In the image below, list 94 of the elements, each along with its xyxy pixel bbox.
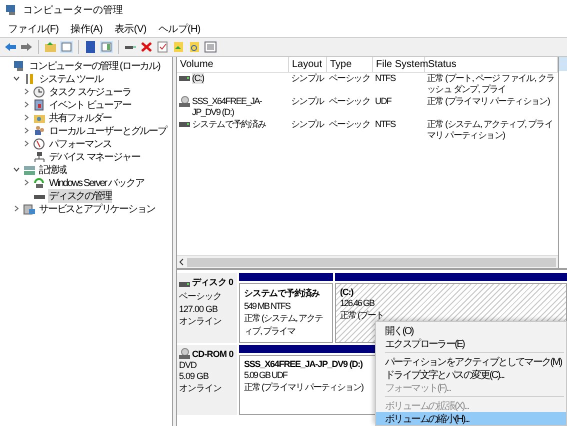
menu-item[interactable]: ファイル(F) bbox=[3, 22, 64, 36]
tree-item[interactable]: 記憶域 bbox=[38, 162, 67, 176]
table-cell: シンプル bbox=[291, 119, 324, 130]
tree-item[interactable]: システム ツール bbox=[38, 72, 104, 86]
device-icon bbox=[33, 150, 46, 162]
folder-up-icon[interactable] bbox=[172, 41, 185, 53]
forward-icon[interactable] bbox=[20, 41, 33, 53]
users-icon bbox=[33, 124, 46, 136]
disk-type: ベーシック bbox=[179, 290, 222, 303]
table-cell: システムで予約済み bbox=[192, 119, 266, 130]
tree-item[interactable]: ローカル ユーザーとグループ bbox=[48, 124, 168, 138]
cd-drive-icon bbox=[179, 96, 190, 107]
tree-item[interactable]: イベント ビューアー bbox=[48, 98, 132, 112]
table-cell: NTFS bbox=[375, 119, 396, 130]
partition-size: 5.09 GB UDF bbox=[244, 370, 288, 380]
menu-item[interactable]: 表示(V) bbox=[110, 22, 152, 36]
properties-icon[interactable] bbox=[156, 41, 169, 53]
table-cell-text: SSS_X64FREE_JA-JP_DV9 (D:) bbox=[192, 96, 263, 118]
services-icon bbox=[23, 202, 36, 214]
drive-icon bbox=[179, 282, 190, 286]
menu-option[interactable]: ドライブ文字とパスの変更(C)... bbox=[376, 368, 566, 381]
storage-icon bbox=[23, 164, 36, 176]
partition-status: 正常 (プライマリ パーティション) bbox=[244, 381, 363, 394]
window-title: コンピューターの管理 bbox=[23, 4, 123, 17]
computer-icon bbox=[13, 60, 26, 72]
chevron-icon[interactable] bbox=[23, 88, 30, 95]
table-cell-text: 正常 (システム, アクティブ, プライマリ パーティション) bbox=[427, 119, 554, 141]
chevron-icon[interactable] bbox=[23, 101, 30, 108]
tree-item[interactable]: タスク スケジューラ bbox=[48, 84, 132, 98]
tools-icon bbox=[23, 72, 36, 84]
tree-item[interactable]: ディスクの管理 bbox=[48, 188, 112, 202]
drive-icon bbox=[179, 122, 190, 127]
partition-title: システムで予約済み bbox=[244, 287, 320, 300]
table-cell: シンプル bbox=[291, 96, 324, 107]
partition-title: (C:) bbox=[340, 287, 354, 297]
disk-name: CD-ROM 0 bbox=[179, 348, 234, 359]
disk-name: ディスク 0 bbox=[179, 276, 234, 289]
drive-icon bbox=[179, 76, 190, 81]
partition-size: 126.46 GB bbox=[340, 298, 374, 308]
disk-status: オンライン bbox=[179, 315, 222, 328]
menu-item[interactable]: 操作(A) bbox=[66, 22, 108, 36]
menu-option[interactable]: 開く(O) bbox=[376, 324, 566, 337]
back-icon[interactable] bbox=[4, 41, 17, 53]
clock-icon bbox=[33, 86, 46, 98]
disk-size: 127.00 GB bbox=[179, 304, 219, 314]
chevron-icon[interactable] bbox=[23, 179, 30, 186]
chevron-icon[interactable] bbox=[13, 205, 20, 212]
menu-option[interactable]: ボリュームの縮小(H)... bbox=[376, 412, 566, 425]
disk-type: DVD bbox=[179, 360, 198, 370]
table-cell: UDF bbox=[375, 96, 392, 107]
tree-item[interactable]: Windows Server バックア bbox=[48, 176, 145, 190]
table-cell: (C:) bbox=[192, 73, 204, 84]
partition-block[interactable]: システムで予約済み 549 MB NTFS 正常 (システム, アクティブ, プライマ bbox=[239, 283, 333, 343]
log-icon bbox=[33, 98, 46, 110]
panel-icon[interactable] bbox=[100, 41, 113, 53]
table-cell: 正常 (プライマリ パーティション) bbox=[427, 96, 550, 107]
delete-icon[interactable] bbox=[140, 41, 153, 53]
partition-status: 正常 (ブート bbox=[340, 309, 384, 322]
table-cell: シンプル bbox=[291, 73, 324, 84]
find-icon[interactable] bbox=[188, 41, 201, 53]
computer-icon bbox=[5, 4, 18, 16]
table-cell: NTFS bbox=[375, 73, 396, 84]
gauge-icon bbox=[33, 138, 46, 150]
table-cell: ベーシック bbox=[329, 73, 370, 84]
menu-option[interactable]: パーティションをアクティブとしてマーク(M) bbox=[376, 355, 566, 368]
horizontal-scrollbar[interactable] bbox=[177, 255, 558, 268]
partition-title: SSS_X64FREE_JA-JP_DV9 (D:) bbox=[244, 359, 362, 369]
chevron-icon[interactable] bbox=[13, 75, 20, 82]
tree-item[interactable]: パフォーマンス bbox=[48, 136, 112, 150]
chevron-icon[interactable] bbox=[13, 166, 20, 173]
partition-size: 549 MB NTFS bbox=[244, 301, 290, 311]
chevron-icon[interactable] bbox=[23, 127, 30, 134]
table-cell-text: 正常 (ブート, ページ ファイル, クラッシュ ダンプ, プライ bbox=[427, 73, 556, 95]
cd-drive-icon bbox=[179, 348, 190, 359]
disk-status: オンライン bbox=[179, 382, 222, 395]
tree-item[interactable]: サービスとアプリケーション bbox=[38, 202, 156, 216]
table-cell: ベーシック bbox=[329, 119, 370, 130]
tree-item[interactable]: デバイス マネージャー bbox=[48, 150, 141, 164]
table-cell: ベーシック bbox=[329, 96, 370, 107]
tree-item[interactable]: 共有フォルダー bbox=[48, 110, 112, 124]
list-icon[interactable] bbox=[204, 41, 217, 53]
column-header[interactable]: Type bbox=[327, 57, 373, 72]
panel-icon[interactable] bbox=[60, 41, 73, 53]
column-header[interactable]: Volume bbox=[177, 57, 289, 72]
menu-item[interactable]: ヘルプ(H) bbox=[153, 22, 206, 36]
chevron-icon[interactable] bbox=[23, 114, 30, 121]
disk-size: 5.09 GB bbox=[179, 371, 210, 381]
column-header[interactable]: Layout bbox=[289, 57, 327, 72]
column-header[interactable]: File System bbox=[373, 57, 425, 72]
backup-icon bbox=[33, 176, 46, 188]
tree-item[interactable]: コンピューターの管理 (ローカル) bbox=[28, 58, 161, 72]
chevron-icon[interactable] bbox=[23, 140, 30, 147]
partition-status: 正常 (システム, アクティブ, プライマ bbox=[244, 312, 324, 338]
folder-up-icon[interactable] bbox=[44, 41, 57, 53]
